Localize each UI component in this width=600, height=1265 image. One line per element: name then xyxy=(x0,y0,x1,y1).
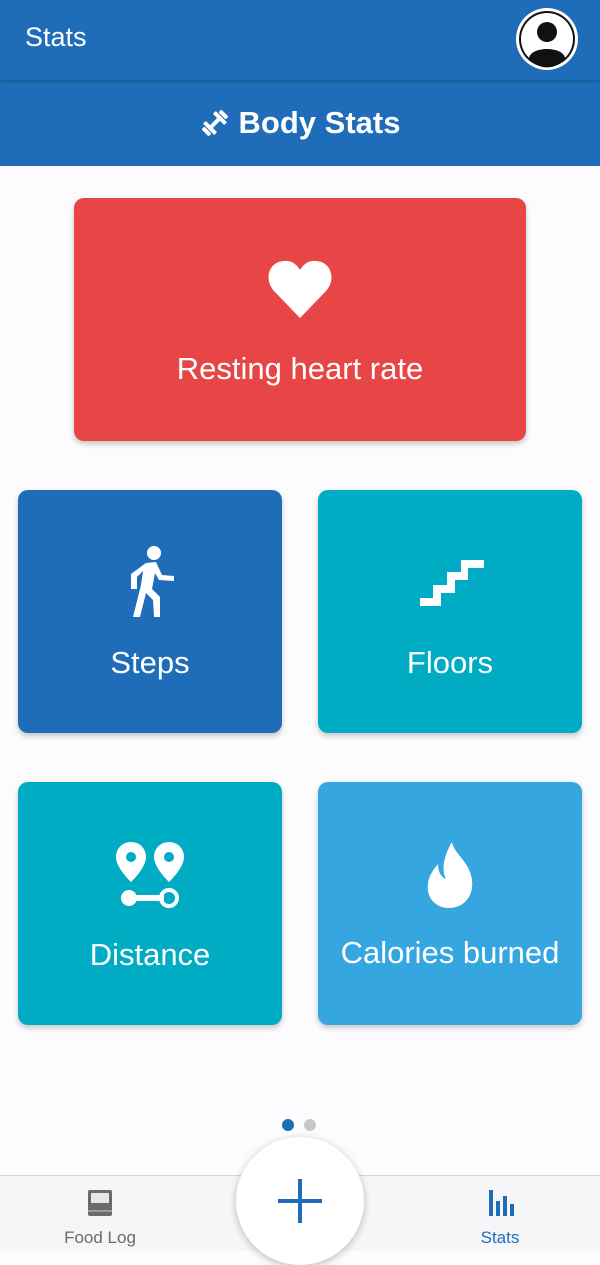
page-title: Stats xyxy=(25,22,87,52)
card-label: Distance xyxy=(89,937,211,972)
page-indicator xyxy=(282,1119,316,1131)
calories-burned-card[interactable]: Calories burned xyxy=(318,782,582,1025)
steps-card[interactable]: Steps xyxy=(18,490,282,733)
nav-item-food-log[interactable]: Food Log xyxy=(0,1176,200,1251)
bar-chart-icon xyxy=(489,1190,514,1216)
section-header: Body Stats xyxy=(0,80,600,166)
dumbbell-icon xyxy=(201,109,228,137)
card-label: Floors xyxy=(406,645,494,680)
page-dot-active[interactable] xyxy=(282,1119,294,1131)
account-circle-icon xyxy=(519,11,575,68)
avatar[interactable] xyxy=(516,8,578,70)
stairs-icon xyxy=(420,560,484,606)
route-pins-icon xyxy=(116,842,184,908)
distance-card[interactable]: Distance xyxy=(18,782,282,1025)
card-label: Calories burned xyxy=(340,935,560,970)
card-label: Resting heart rate xyxy=(176,351,424,386)
nav-item-stats[interactable]: Stats xyxy=(400,1176,600,1251)
card-label: Steps xyxy=(110,645,190,680)
book-icon xyxy=(88,1190,112,1216)
plus-icon xyxy=(278,1179,322,1223)
floors-card[interactable]: Floors xyxy=(318,490,582,733)
walking-person-icon xyxy=(131,546,174,617)
section-title: Body Stats xyxy=(238,105,401,140)
nav-label: Stats xyxy=(480,1228,520,1247)
add-button[interactable] xyxy=(236,1137,364,1265)
nav-label: Food Log xyxy=(64,1228,136,1247)
heart-icon xyxy=(268,260,332,318)
resting-heart-rate-card[interactable]: Resting heart rate xyxy=(74,198,526,441)
page-dot[interactable] xyxy=(304,1119,316,1131)
app-bar: Stats xyxy=(0,0,600,80)
fire-icon xyxy=(427,842,473,908)
